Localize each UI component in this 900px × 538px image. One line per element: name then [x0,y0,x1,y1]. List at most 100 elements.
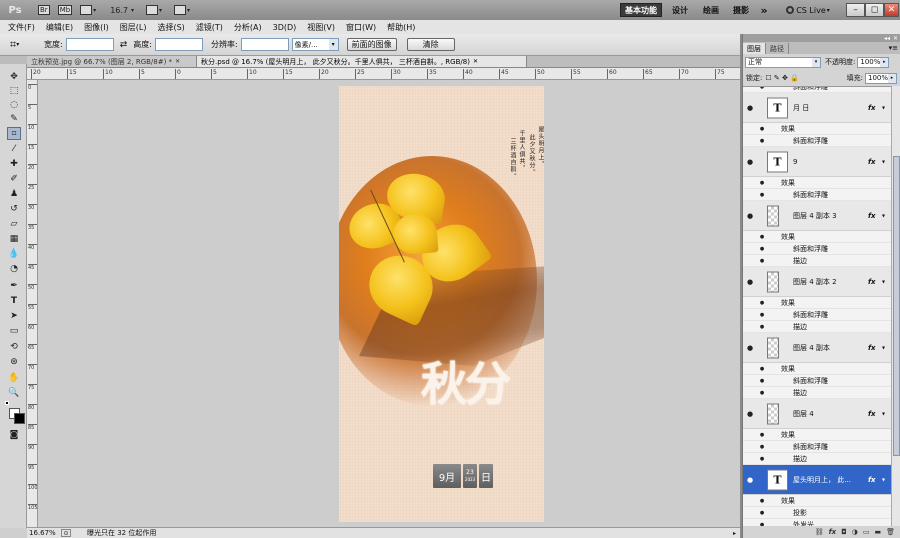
quick-mask-icon[interactable]: ◙ [7,428,21,441]
crop-tool-preset-picker[interactable]: ⌗ ▾ [10,37,32,53]
eye-icon[interactable]: ● [745,476,755,484]
eye-icon[interactable]: ● [757,246,767,252]
eye-icon[interactable]: ● [757,324,767,330]
layer-effect-row[interactable]: ● 斜面和浮雕 [743,87,891,93]
layer-effects-row[interactable]: ● 效果 [743,177,891,189]
bridge-button[interactable]: Br [38,3,50,17]
zoom-level-select[interactable]: 16.7 ▾ [110,3,134,17]
layer-fx-icon[interactable]: fx [868,476,876,484]
eye-icon[interactable]: ● [745,212,755,220]
layer-effect-row[interactable]: ● 外发光 [743,519,891,526]
layer-effects-row[interactable]: ● 效果 [743,231,891,243]
pen-tool-icon[interactable]: ✒ [7,279,21,292]
new-group-icon[interactable]: ▭ [863,528,870,536]
workspace-design[interactable]: 设计 [668,3,692,17]
link-layers-icon[interactable]: ⛓ [815,528,824,536]
layer-effects-row[interactable]: ● 效果 [743,363,891,375]
layer-effects-row[interactable]: ● 效果 [743,429,891,441]
layer-fx-icon[interactable]: fx [868,344,876,352]
clone-stamp-tool-icon[interactable]: ♟ [7,187,21,200]
panel-menu-icon[interactable]: ▾≡ [889,44,898,52]
minibridge-button[interactable]: Mb [57,3,73,17]
close-button[interactable]: ✕ [884,3,899,17]
expand-effects-icon[interactable]: ▾ [882,158,885,165]
eye-icon[interactable]: ● [757,192,767,198]
height-input[interactable] [154,38,203,51]
resolution-unit-select[interactable]: 像素/... ▾ [291,38,339,51]
blur-tool-icon[interactable]: 💧 [7,247,21,260]
layer-effect-row[interactable]: ● 斜面和浮雕 [743,441,891,453]
layer-effects-row[interactable]: ● 效果 [743,297,891,309]
menu-3d[interactable]: 3D(D) [273,23,297,32]
layer-row[interactable]: ● fx ▾ 图层 4 [743,399,891,429]
shape-tool-icon[interactable]: ▭ [7,324,21,337]
eye-icon[interactable]: ● [757,444,767,450]
eye-icon[interactable]: ● [757,432,767,438]
layer-effect-row[interactable]: ● 斜面和浮雕 [743,135,891,147]
screen-layout-button[interactable]: ▾ [174,3,190,17]
workspace-photography[interactable]: 摄影 [730,3,752,17]
expand-effects-icon[interactable]: ▾ [882,476,885,483]
healing-brush-tool-icon[interactable]: ✚ [7,157,21,170]
trash-icon[interactable]: 🗑 [886,528,895,536]
tools-panel-header[interactable] [0,56,27,64]
eye-icon[interactable]: ● [745,278,755,286]
eye-icon[interactable]: ● [757,300,767,306]
lock-icons[interactable]: ☐ ✎ ✥ 🔒 [765,74,798,82]
type-tool-icon[interactable]: T [7,294,21,307]
close-icon[interactable]: ✕ [175,58,180,65]
3d-rotate-tool-icon[interactable]: ⟲ [7,340,21,353]
eye-icon[interactable]: ● [757,138,767,144]
layer-effects-row[interactable]: ● 效果 [743,123,891,135]
expand-effects-icon[interactable]: ▾ [882,212,885,219]
layer-fx-icon[interactable]: fx [868,158,876,166]
status-zoom[interactable]: 16.67% [29,529,59,537]
opacity-input[interactable]: 100% ▸ [857,56,890,68]
eye-icon[interactable]: ● [757,366,767,372]
menu-layer[interactable]: 图层(L) [120,22,147,33]
layer-row[interactable]: ● Tfx ▾ 屋头明月上， 此... [743,465,891,495]
menu-select[interactable]: 选择(S) [157,22,184,33]
minimize-button[interactable]: – [846,3,865,17]
dodge-tool-icon[interactable]: ◔ [7,262,21,275]
document-workspace[interactable]: 屋头明月上， 此夕又秋分。 千里人俱共， 三杯酒自斟。 秋分 9月 23 202… [38,80,740,527]
blend-mode-select[interactable]: 正常 ▾ [745,56,821,68]
expand-effects-icon[interactable]: ▾ [882,344,885,351]
eye-icon[interactable]: ● [757,180,767,186]
scrollbar-thumb[interactable] [893,156,900,456]
eye-icon[interactable]: ● [757,87,767,90]
layer-effect-row[interactable]: ● 描边 [743,387,891,399]
menu-help[interactable]: 帮助(H) [387,22,415,33]
layer-row[interactable]: ● fx ▾ 图层 4 副本 [743,333,891,363]
crop-tool-icon[interactable]: ⌗ [7,127,21,140]
fill-input[interactable]: 100% ▸ [865,72,897,84]
more-workspaces-button[interactable]: » [756,3,772,17]
layer-row[interactable]: ● fx ▾ 图层 4 副本 3 [743,201,891,231]
layer-fx-icon[interactable]: fx [868,410,876,418]
cs-live-button[interactable]: CS Live ▾ [784,3,832,17]
layer-effect-row[interactable]: ● 描边 [743,255,891,267]
hand-tool-icon[interactable]: ✋ [7,371,21,384]
width-input[interactable] [65,38,114,51]
screen-mode-button[interactable]: ▾ [80,3,96,17]
3d-orbit-tool-icon[interactable]: ⊛ [7,355,21,368]
eye-icon[interactable]: ● [745,158,755,166]
resolution-input[interactable] [240,38,289,51]
expand-effects-icon[interactable]: ▾ [882,410,885,417]
default-colors-icon[interactable] [5,401,11,407]
new-layer-icon[interactable]: ▬ [874,528,881,536]
layer-effect-row[interactable]: ● 投影 [743,507,891,519]
add-mask-icon[interactable]: ◘ [841,528,847,536]
layer-effect-row[interactable]: ● 描边 [743,321,891,333]
clear-button[interactable]: 清除 [406,38,455,51]
layer-effect-row[interactable]: ● 斜面和浮雕 [743,243,891,255]
tab-qiufen-psd[interactable]: 秋分.psd @ 16.7% (屋头明月上， 此夕又秋分。千里人俱共， 三杯酒自… [197,56,527,67]
adjustment-layer-icon[interactable]: ◑ [852,528,858,536]
workspace-essentials[interactable]: 基本功能 [620,3,662,17]
menu-image[interactable]: 图像(I) [84,22,109,33]
layer-effects-row[interactable]: ● 效果 [743,495,891,507]
eye-icon[interactable]: ● [745,410,755,418]
brush-tool-icon[interactable]: ✐ [7,172,21,185]
tab-paths[interactable]: 路径 [766,43,789,54]
document-canvas[interactable]: 屋头明月上， 此夕又秋分。 千里人俱共， 三杯酒自斟。 秋分 9月 23 202… [339,86,544,522]
